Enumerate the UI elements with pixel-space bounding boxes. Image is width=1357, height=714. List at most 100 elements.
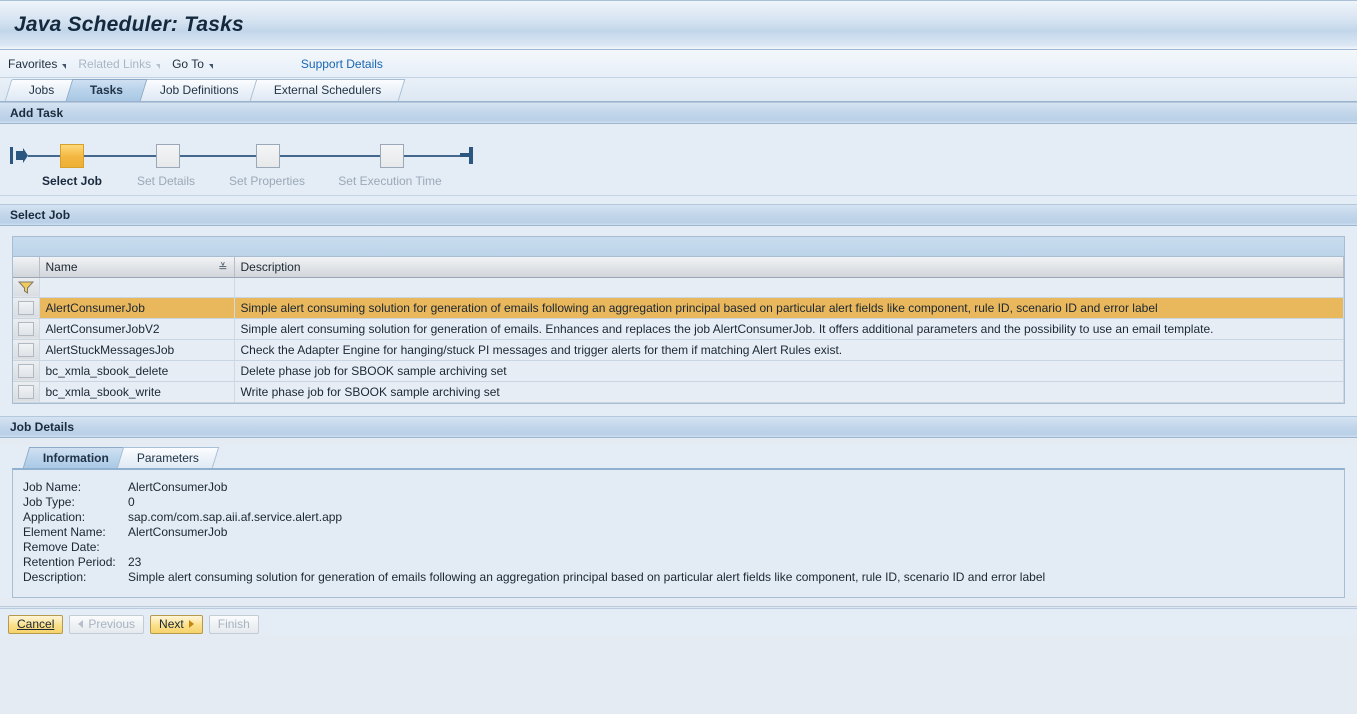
tab-tasks[interactable]: Tasks [65,79,148,101]
tab-parameters[interactable]: Parameters [116,446,220,468]
row-selector[interactable] [13,360,40,382]
job-details-content: Job Name: AlertConsumerJob Job Type: 0 A… [12,467,1345,598]
next-button-label: Next [159,617,184,631]
column-header-name-label: Name [45,259,78,274]
cell-description: Simple alert consuming solution for gene… [234,297,1344,319]
finish-button[interactable]: Finish [208,614,259,634]
roadmap-node-select-job[interactable] [60,144,84,168]
table-row[interactable]: bc_xmla_sbook_write Write phase job for … [13,381,1344,403]
tab-job-definitions[interactable]: Job Definitions [135,79,263,101]
page-title: Java Scheduler: Tasks [14,13,244,36]
next-button[interactable]: Next [150,614,203,634]
job-details-header: Job Details [0,415,1357,438]
cell-name: AlertConsumerJobV2 [39,318,235,340]
row-selector-button [17,363,34,378]
chevron-down-icon [62,64,67,69]
filter-input-name[interactable] [39,277,235,298]
column-header-description-label: Description [240,259,301,274]
field-label-retention-period: Retention Period: [23,554,116,569]
tab-tasks-label: Tasks [90,83,124,97]
application-window: Java Scheduler: Tasks Favorites Related … [0,0,1357,714]
table-row[interactable]: AlertConsumerJob Simple alert consuming … [13,297,1344,319]
tab-jobs-label: Jobs [28,83,55,97]
wizard-footer: Cancel Previous Next Finish [0,608,1357,634]
roadmap-label-set-properties: Set Properties [228,174,306,188]
title-bar: Java Scheduler: Tasks [0,0,1357,50]
field-value-remove-date [128,540,1334,555]
row-selector-button [17,321,34,336]
filter-toggle-cell[interactable] [13,277,40,298]
roadmap-node-set-execution-time[interactable] [380,144,404,168]
tab-information[interactable]: Information [22,446,130,468]
row-selector-button [17,342,34,357]
roadmap-end-icon [460,147,473,164]
table-row[interactable]: bc_xmla_sbook_delete Delete phase job fo… [13,360,1344,382]
row-selector[interactable] [13,297,40,319]
menu-item-related-links-label: Related Links [78,56,152,71]
column-header-name[interactable]: Name ≚ [39,257,235,278]
field-label-application: Application: [23,509,86,524]
roadmap-node-set-details[interactable] [156,144,180,168]
table-row[interactable]: AlertConsumerJobV2 Simple alert consumin… [13,318,1344,340]
select-all-column-header[interactable] [13,257,40,278]
tab-parameters-label: Parameters [136,450,199,465]
spacer [0,196,1357,204]
cancel-button-label: Cancel [17,617,55,631]
tab-job-definitions-label: Job Definitions [159,83,239,97]
job-details-tabstrip: Information Parameters [12,446,1345,468]
cell-name: bc_xmla_sbook_write [39,381,235,403]
field-value-job-name: AlertConsumerJob [128,479,228,494]
roadmap-label-set-execution-time: Set Execution Time [338,174,442,188]
arrow-right-icon [188,620,194,628]
main-tabstrip: Jobs Tasks Job Definitions External Sche… [0,78,1357,102]
tab-external-schedulers[interactable]: External Schedulers [249,79,406,101]
previous-button-label: Previous [88,617,136,631]
job-details-panel: Information Parameters Job Name: AlertCo… [0,445,1357,598]
table-row[interactable]: AlertStuckMessagesJob Check the Adapter … [13,339,1344,361]
arrow-left-icon [78,620,84,628]
filter-row [13,277,1344,298]
cell-name: bc_xmla_sbook_delete [39,360,235,382]
filter-funnel-icon [17,281,34,294]
tab-information-label: Information [42,450,109,465]
menu-item-related-links[interactable]: Related Links [74,55,168,73]
tab-external-schedulers-label: External Schedulers [274,83,382,97]
cell-description: Check the Adapter Engine for hanging/stu… [234,339,1344,361]
menu-item-favorites[interactable]: Favorites [4,55,74,73]
field-value-description: Simple alert consuming solution for gene… [128,569,1046,584]
field-label-remove-date: Remove Date: [23,539,100,554]
row-selector[interactable] [13,339,40,361]
field-label-job-type: Job Type: [23,494,75,509]
menu-item-favorites-label: Favorites [8,56,58,71]
field-value-retention-period: 23 [128,554,142,569]
row-selector-button [17,384,34,399]
column-header-description[interactable]: Description [234,257,1344,278]
filter-input-description[interactable] [234,277,1344,298]
sort-ascending-icon: ≚ [218,262,228,274]
row-selector[interactable] [13,381,40,403]
job-table-toolbar [13,237,1344,257]
previous-button[interactable]: Previous [69,614,145,634]
field-value-application: sap.com/com.sap.aii.af.service.alert.app [128,509,343,524]
field-value-element-name: AlertConsumerJob [128,524,228,539]
row-selector-button [17,300,34,315]
menu-bar: Favorites Related Links Go To Support De… [0,50,1357,78]
wizard-roadmap: Select Job Set Details Set Properties Se… [0,124,1357,196]
job-table-header-row: Name ≚ Description [13,257,1344,278]
cell-name: AlertConsumerJob [39,297,235,319]
chevron-down-icon [156,64,161,69]
cell-description: Simple alert consuming solution for gene… [234,318,1344,340]
roadmap-start-icon [10,147,28,164]
select-job-header: Select Job [0,204,1357,226]
support-details-link[interactable]: Support Details [301,57,383,71]
job-table: Name ≚ Description AlertConsumerJob Simp… [12,236,1345,404]
row-selector[interactable] [13,318,40,340]
cancel-button[interactable]: Cancel [8,614,64,634]
cell-description: Delete phase job for SBOOK sample archiv… [234,360,1344,382]
menu-item-go-to-label: Go To [172,56,204,71]
field-label-job-name: Job Name: [23,479,82,494]
field-label-description: Description: [23,569,87,584]
cell-name: AlertStuckMessagesJob [39,339,235,361]
menu-item-go-to[interactable]: Go To [168,55,221,73]
roadmap-node-set-properties[interactable] [256,144,280,168]
